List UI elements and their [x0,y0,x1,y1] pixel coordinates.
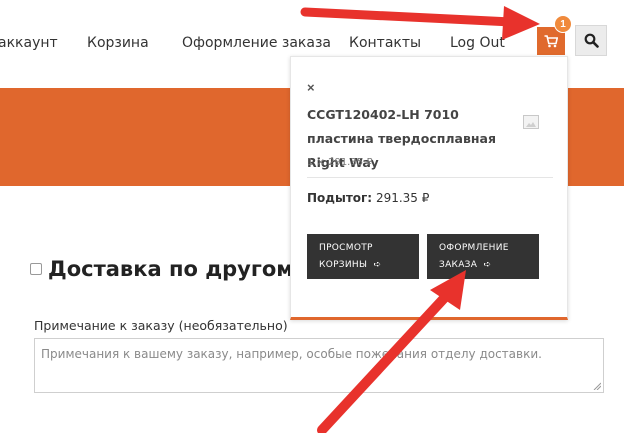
search-button[interactable] [575,25,607,56]
order-notes-label: Примечание к заказу (необязательно) [34,318,288,333]
divider [307,177,553,178]
checkout-label-line1: ОФОРМЛЕНИЕ [439,243,509,253]
cart-icon [544,34,558,47]
view-cart-label-line2-row: КОРЗИНЫ ➪ [319,257,407,274]
arrow-right-icon: ➪ [370,260,382,270]
view-cart-label-line1: ПРОСМОТР [319,243,373,253]
checkout-label-line2-row: ЗАКАЗА ➪ [439,257,527,274]
nav-item-account[interactable]: аккаунт [0,35,58,51]
nav-item-contacts[interactable]: Контакты [349,35,421,51]
subtotal: Подытог: 291.35 ₽ [307,191,429,205]
arrow-right-icon: ➪ [480,260,492,270]
nav-item-cart[interactable]: Корзина [87,35,149,51]
subtotal-value: 291.35 ₽ [375,191,430,205]
product-image-placeholder-icon[interactable] [523,115,539,129]
search-icon [584,33,599,48]
view-cart-label-line2: КОРЗИНЫ [319,260,368,270]
ship-to-different-checkbox[interactable] [30,263,42,275]
product-quantity-price: 1 × 291.35 ₽ [307,157,373,168]
subtotal-label: Подытог: [307,191,373,205]
nav-item-logout[interactable]: Log Out [450,35,505,51]
view-cart-button[interactable]: ПРОСМОТР КОРЗИНЫ ➪ [307,234,419,279]
mini-cart-dropdown: × CCGT120402-LH 7010 пластина твердоспла… [290,56,568,320]
order-notes-placeholder: Примечания к вашему заказу, например, ос… [41,347,542,361]
nav-item-checkout[interactable]: Оформление заказа [182,35,331,51]
remove-item-button[interactable]: × [307,80,315,95]
resize-handle-icon[interactable] [593,382,601,390]
checkout-label-line2: ЗАКАЗА [439,260,478,270]
cart-count-badge: 1 [554,15,572,33]
checkout-button[interactable]: ОФОРМЛЕНИЕ ЗАКАЗА ➪ [427,234,539,279]
order-notes-field[interactable]: Примечания к вашему заказу, например, ос… [34,338,604,393]
